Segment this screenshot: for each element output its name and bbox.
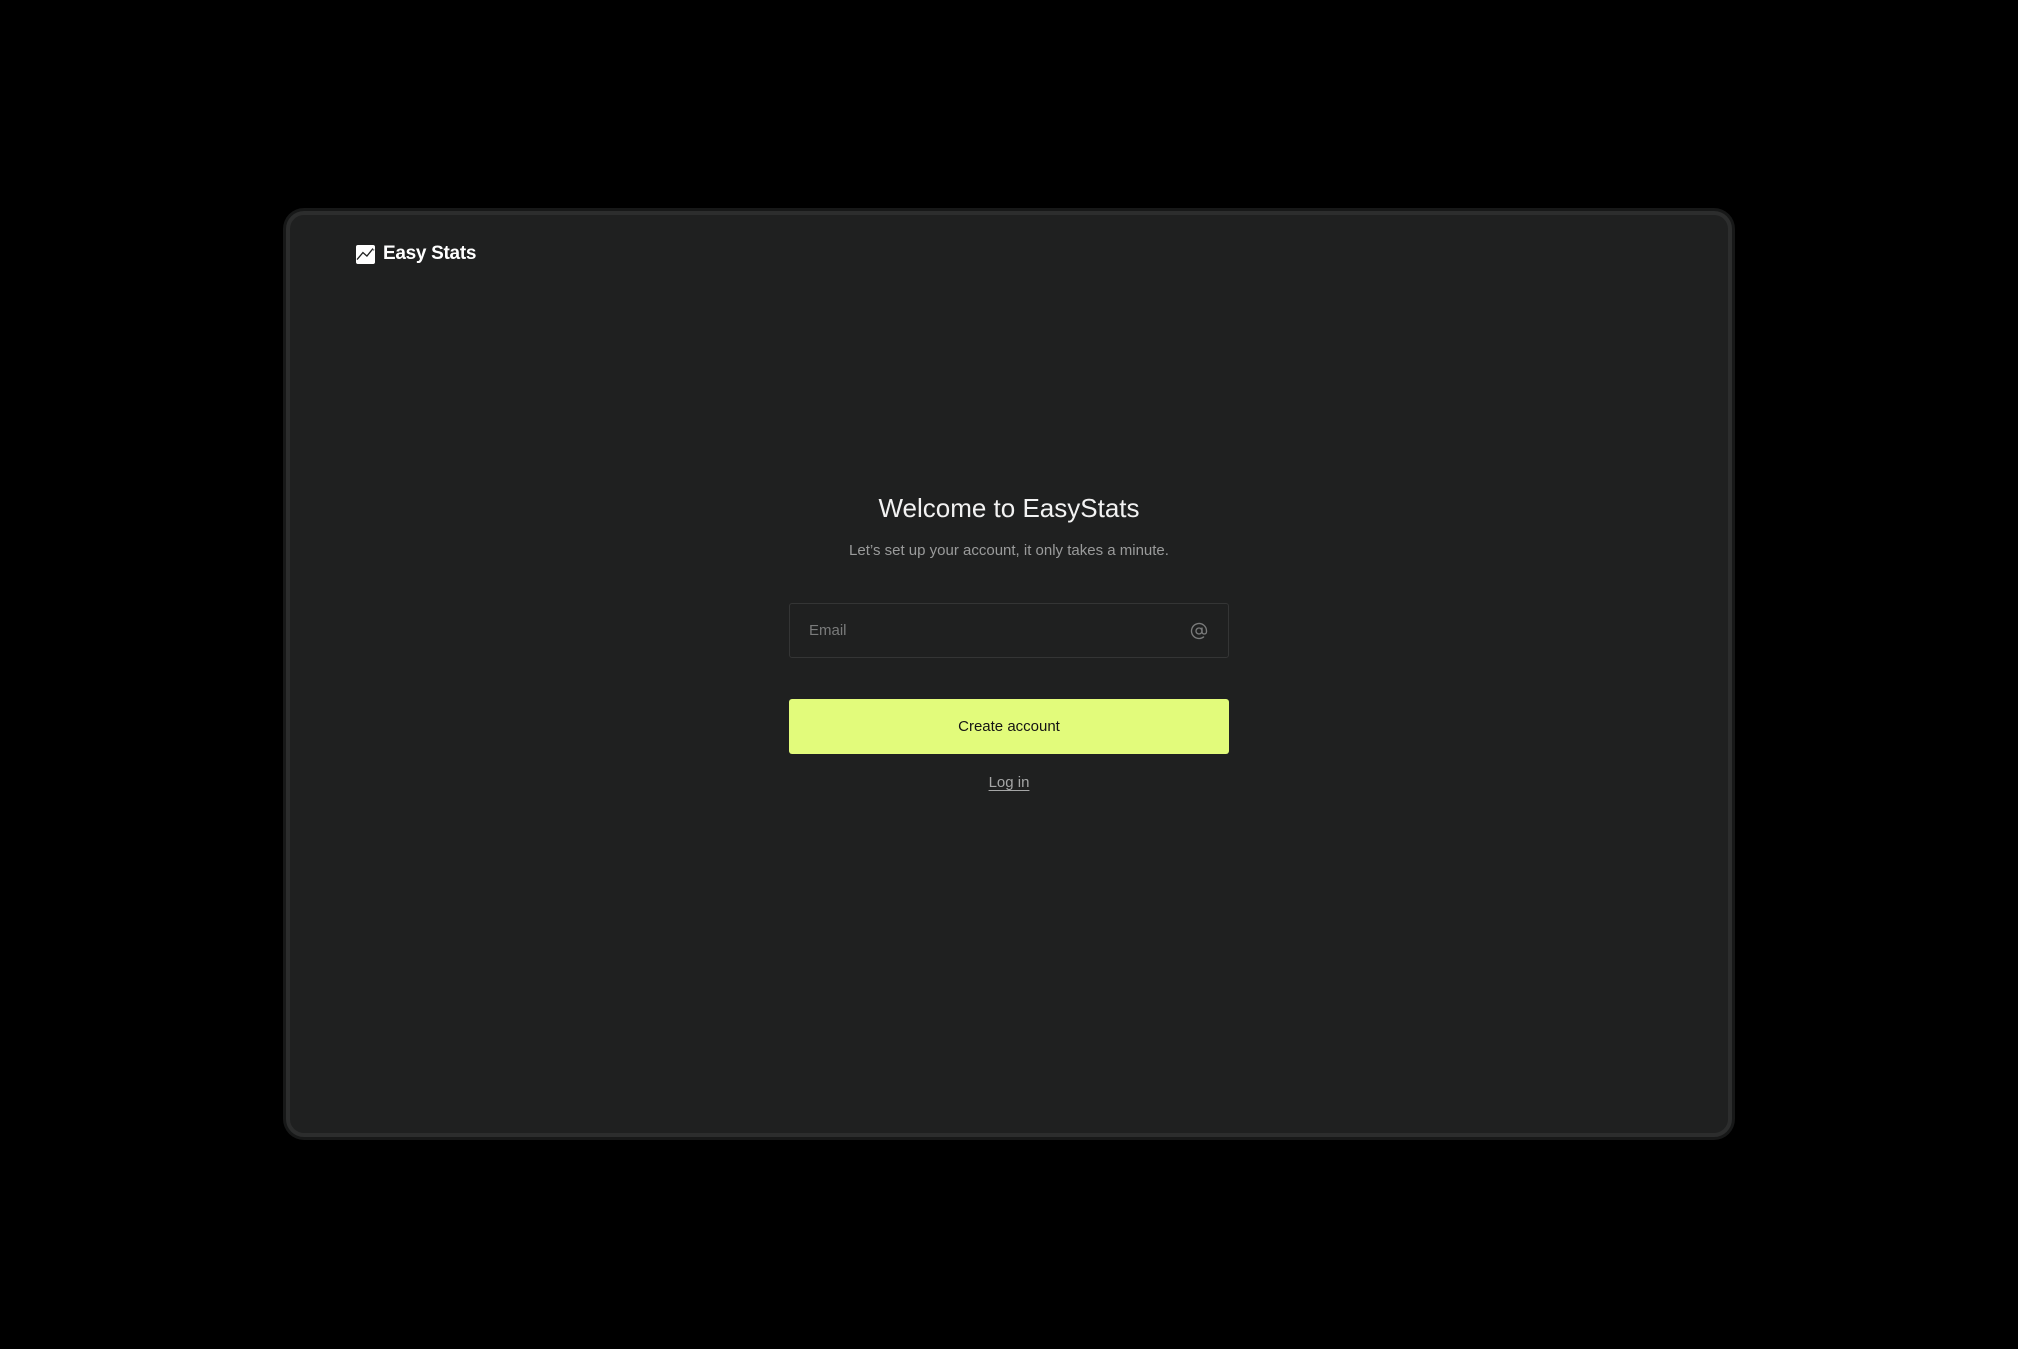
brand-logo[interactable]: Easy Stats xyxy=(356,243,476,265)
email-input[interactable] xyxy=(790,604,1190,657)
create-account-button[interactable]: Create account xyxy=(789,699,1229,754)
email-field[interactable] xyxy=(789,603,1229,658)
brand-name: Easy Stats xyxy=(383,243,477,264)
page-title: Welcome to EasyStats xyxy=(878,493,1140,523)
signup-window: Easy Stats Welcome to EasyStats Let’s se… xyxy=(286,211,1732,1137)
chart-trend-logo-icon xyxy=(356,244,375,264)
signup-form: Welcome to EasyStats Let’s set up your a… xyxy=(290,491,1728,791)
at-sign-icon xyxy=(1190,622,1208,639)
login-link[interactable]: Log in xyxy=(989,774,1030,791)
page-subtitle: Let’s set up your account, it only takes… xyxy=(849,542,1169,559)
